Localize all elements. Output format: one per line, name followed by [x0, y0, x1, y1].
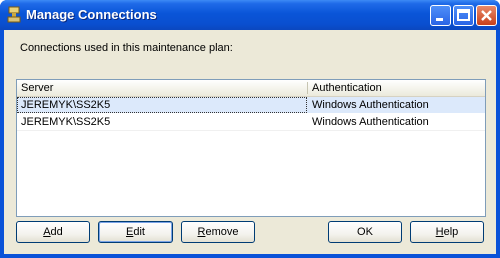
connections-list[interactable]: Server Authentication JEREMYK\SS2K5 Wind…: [16, 79, 486, 217]
app-icon: [7, 6, 21, 23]
maximize-button[interactable]: [453, 5, 474, 26]
help-button[interactable]: Help: [410, 221, 484, 243]
server-cell: JEREMYK\SS2K5: [21, 116, 111, 128]
add-button[interactable]: Add: [16, 221, 90, 243]
window-title: Manage Connections: [26, 7, 157, 22]
minimize-button[interactable]: [430, 5, 451, 26]
window-bottom-border: [0, 254, 500, 258]
minimize-icon: [436, 18, 443, 21]
close-icon: [481, 10, 492, 21]
row-divider: [17, 130, 485, 131]
remove-button[interactable]: Remove: [181, 221, 255, 243]
column-header-authentication[interactable]: Authentication: [308, 80, 485, 96]
authentication-cell: Windows Authentication: [312, 116, 429, 128]
manage-connections-window: Manage Connections Connections used in t…: [0, 0, 500, 258]
maximize-icon: [457, 9, 470, 21]
authentication-cell: Windows Authentication: [312, 99, 429, 111]
table-row[interactable]: JEREMYK\SS2K5 Windows Authentication: [17, 114, 485, 130]
title-bar[interactable]: Manage Connections: [0, 0, 500, 30]
connections-caption: Connections used in this maintenance pla…: [20, 42, 233, 54]
server-cell: JEREMYK\SS2K5: [17, 97, 307, 113]
list-header: Server Authentication: [17, 80, 485, 97]
column-header-server[interactable]: Server: [17, 80, 307, 96]
ok-button[interactable]: OK: [328, 221, 402, 243]
edit-button[interactable]: Edit: [98, 221, 173, 243]
dialog-client-area: Connections used in this maintenance pla…: [4, 30, 496, 254]
close-button[interactable]: [476, 5, 497, 26]
table-row[interactable]: JEREMYK\SS2K5 Windows Authentication: [17, 97, 485, 113]
